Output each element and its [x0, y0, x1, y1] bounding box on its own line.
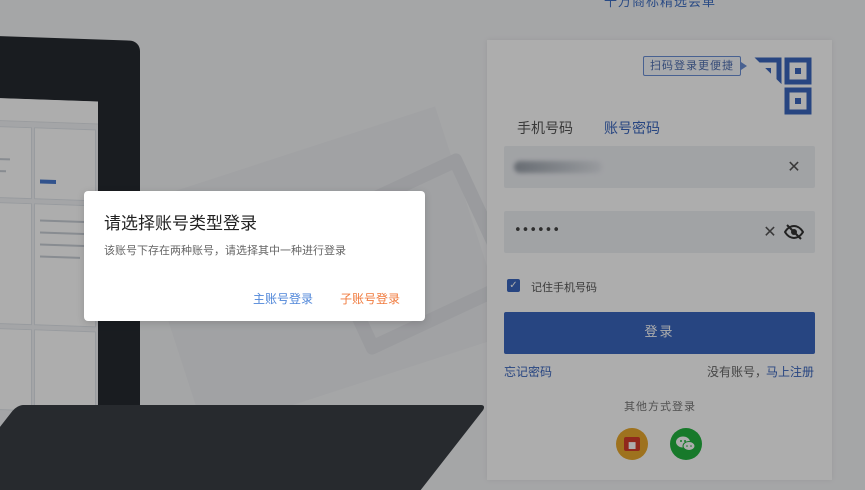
login-page: 千万商标精选会革 扫码登录更便捷 手机号码 账号密码 ✕ •••••• ✕ ✓ … [0, 0, 865, 490]
dialog-message: 该账号下存在两种账号，请选择其中一种进行登录 [104, 244, 346, 257]
main-account-login-button[interactable]: 主账号登录 [253, 290, 313, 307]
sub-account-login-button[interactable]: 子账号登录 [340, 290, 400, 307]
dialog-title: 请选择账号类型登录 [104, 214, 257, 234]
account-type-dialog: 请选择账号类型登录 该账号下存在两种账号，请选择其中一种进行登录 主账号登录 子… [84, 191, 425, 321]
